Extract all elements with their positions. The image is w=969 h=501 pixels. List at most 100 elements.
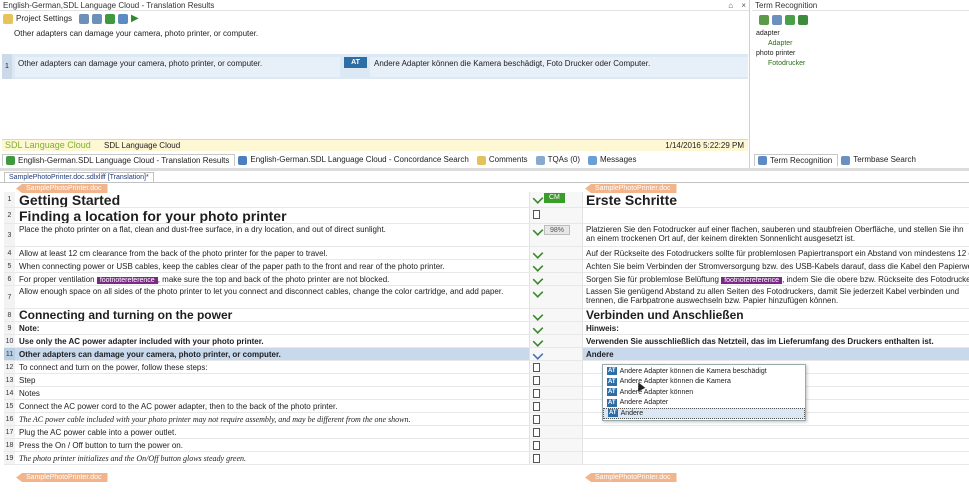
segment-row[interactable]: 16 The AC power cable included with your … [4, 413, 969, 426]
segment-status[interactable] [529, 247, 583, 259]
segment-row[interactable]: 1 Getting Started CM Erste Schritte [4, 192, 969, 208]
segment-status[interactable] [529, 208, 583, 223]
segment-status[interactable] [529, 439, 583, 451]
autosuggest-item[interactable]: AT Andere Adapter [603, 398, 805, 409]
segment-status[interactable] [529, 400, 583, 412]
segment-status[interactable] [529, 309, 583, 321]
segment-status[interactable] [529, 452, 583, 464]
autosuggest-item[interactable]: AT Andere Adapter können die Kamera besch… [603, 366, 805, 377]
term-toolbar [756, 13, 808, 26]
target-segment[interactable]: Verbinden und Anschließen [583, 309, 969, 321]
segment-status[interactable] [529, 322, 583, 334]
pin-icon[interactable]: ⌂ [728, 1, 733, 10]
segment-row[interactable]: 2 Finding a location for your photo print… [4, 208, 969, 224]
autosuggest-item[interactable]: AT Andere [603, 408, 805, 419]
segment-row[interactable]: 15 Connect the AC power cord to the AC po… [4, 400, 969, 413]
project-settings-button[interactable]: Project Settings [3, 13, 76, 24]
tab-translation-results[interactable]: English-German.SDL Language Cloud - Tran… [2, 154, 236, 166]
confirmed-check-icon [532, 248, 544, 259]
target-segment[interactable]: Platzieren Sie den Fotodrucker auf einer… [583, 224, 969, 246]
tab-concordance-search[interactable]: English-German.SDL Language Cloud - Conc… [235, 154, 474, 166]
target-segment[interactable] [583, 439, 969, 451]
autosuggest-item[interactable]: AT Andere Adapter können [603, 387, 805, 398]
tab-messages[interactable]: Messages [585, 154, 641, 166]
options-icon[interactable] [118, 13, 129, 24]
segment-row[interactable]: 8 Connecting and turning on the power Verb… [4, 309, 969, 322]
segment-status[interactable] [529, 273, 583, 285]
document-tab[interactable]: SamplePhotoPrinter.doc.sdlxliff [Transla… [4, 172, 154, 182]
segment-row[interactable]: 10 Use only the AC power adapter included… [4, 335, 969, 348]
segment-number: 14 [4, 387, 15, 399]
segment-status[interactable] [529, 387, 583, 399]
segment-row[interactable]: 6 For proper ventilation footnotereferenc… [4, 273, 969, 286]
window-controls: ⌂ × [722, 0, 746, 11]
segment-status[interactable] [529, 413, 583, 425]
view-side-icon[interactable] [92, 13, 103, 24]
target-segment[interactable]: Erste Schritte [583, 192, 969, 207]
segment-status[interactable] [529, 260, 583, 272]
pane-splitter[interactable] [0, 168, 969, 171]
view-compare-icon[interactable] [105, 13, 116, 24]
segment-status[interactable] [529, 361, 583, 373]
segment-status[interactable] [529, 426, 583, 438]
termbase-settings-icon[interactable] [759, 14, 769, 25]
source-segment: Note: [19, 324, 40, 333]
target-segment[interactable]: Lassen Sie genügend Abstand zu allen Sei… [583, 286, 969, 308]
term-search-icon[interactable] [772, 14, 782, 25]
target-segment[interactable] [583, 452, 969, 464]
target-segment[interactable]: Sorgen Sie für problemlose Belüftung foo… [583, 273, 969, 285]
term-target[interactable]: Adapter [754, 39, 966, 49]
translation-result-row[interactable]: 1 Other adapters can damage your camera,… [2, 54, 748, 79]
term-source[interactable]: adapter [754, 29, 966, 39]
segment-status[interactable]: CM [529, 192, 583, 207]
tab-term-recognition[interactable]: Term Recognition [754, 154, 839, 166]
confirmed-check-icon [532, 287, 544, 298]
autosuggest-dropdown[interactable]: AT Andere Adapter können die Kamera besch… [602, 364, 806, 421]
tab-label: Messages [600, 155, 637, 164]
segment-number: 4 [4, 247, 15, 259]
segment-row[interactable]: 13 Step [4, 374, 969, 387]
segment-status[interactable] [529, 348, 583, 360]
segment-row[interactable]: 7 Allow enough space on all sides of the … [4, 286, 969, 309]
translation-results-toolbar: Project Settings ▶ [0, 12, 749, 25]
term-source[interactable]: photo printer [754, 49, 966, 59]
target-segment[interactable] [583, 208, 969, 223]
segment-row[interactable]: 5 When connecting power or USB cables, ke… [4, 260, 969, 273]
segment-row[interactable]: 4 Allow at least 12 cm clearance from the… [4, 247, 969, 260]
segment-row[interactable]: 9 Note: Hinweis: [4, 322, 969, 335]
segment-status[interactable]: 98% [529, 224, 583, 246]
segment-row[interactable]: 3 Place the photo printer on a flat, clea… [4, 224, 969, 247]
segment-status[interactable] [529, 374, 583, 386]
tab-termbase-search[interactable]: Termbase Search [838, 154, 921, 166]
segment-status[interactable] [529, 335, 583, 347]
segment-row[interactable]: 14 Notes [4, 387, 969, 400]
close-icon[interactable]: × [741, 1, 746, 10]
tab-comments[interactable]: Comments [474, 154, 533, 166]
footnote-tag[interactable]: footnotereference [721, 277, 783, 284]
segment-number: 5 [4, 260, 15, 272]
footnote-tag[interactable]: footnotereference [96, 277, 158, 284]
term-target[interactable]: Fotodrucker [754, 59, 966, 69]
segment-row[interactable]: 11 Other adapters can damage your camera,… [4, 348, 969, 361]
segment-row[interactable]: 18 Press the On / Off button to turn the … [4, 439, 969, 452]
target-segment[interactable]: Auf der Rückseite des Fotodruckers sollt… [583, 247, 969, 259]
segment-row[interactable]: 17 Plug the AC power cable into a power o… [4, 426, 969, 439]
apply-arrow-icon[interactable]: ▶ [131, 13, 139, 24]
term-add-icon[interactable] [785, 14, 795, 25]
segment-row[interactable]: 12 To connect and turn on the power, foll… [4, 361, 969, 374]
autosuggest-item[interactable]: AT Andere Adapter können die Kamera [603, 377, 805, 388]
source-segment: Allow enough space on all sides of the p… [19, 287, 504, 296]
target-segment[interactable]: Andere [583, 348, 969, 360]
segment-status[interactable] [529, 286, 583, 308]
segment-number: 11 [4, 348, 15, 360]
tab-tqas[interactable]: TQAs (0) [533, 154, 585, 166]
target-segment[interactable]: Achten Sie beim Verbinden der Stromverso… [583, 260, 969, 272]
view-list-icon[interactable] [79, 13, 90, 24]
target-segment[interactable]: Hinweis: [583, 322, 969, 334]
target-segment[interactable]: Verwenden Sie ausschließlich das Netztei… [583, 335, 969, 347]
segment-row[interactable]: 19 The photo printer initializes and the … [4, 452, 969, 465]
provider-name: SDL Language Cloud [104, 141, 181, 150]
target-segment[interactable] [583, 426, 969, 438]
untranslated-doc-icon [533, 363, 540, 372]
term-edit-icon[interactable] [798, 14, 808, 25]
